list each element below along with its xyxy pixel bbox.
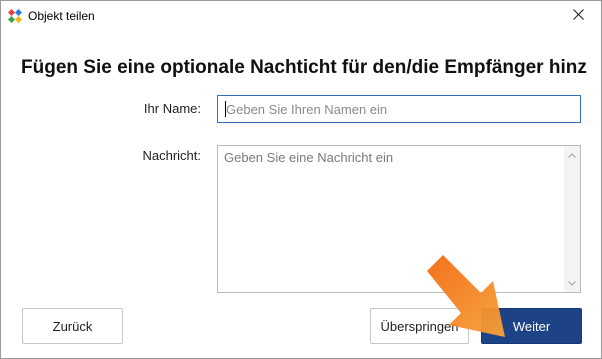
message-input[interactable] [218, 146, 564, 292]
name-input[interactable] [217, 95, 581, 123]
app-logo-icon [7, 8, 23, 24]
back-button[interactable]: Zurück [22, 308, 123, 344]
close-button[interactable] [555, 1, 601, 31]
message-label: Nachricht: [142, 148, 201, 163]
name-label: Ihr Name: [143, 101, 201, 116]
chevron-up-icon[interactable] [564, 148, 580, 162]
share-object-dialog: Objekt teilen Fügen Sie eine optionale N… [0, 0, 602, 359]
skip-button[interactable]: Überspringen [370, 308, 469, 344]
chevron-down-icon[interactable] [564, 276, 580, 290]
next-button[interactable]: Weiter [481, 308, 582, 344]
message-scrollbar[interactable] [564, 146, 580, 292]
title-bar: Objekt teilen [1, 1, 601, 31]
text-caret [225, 101, 226, 117]
close-icon [572, 7, 584, 25]
window-title: Objekt teilen [28, 9, 95, 23]
dialog-heading: Fügen Sie eine optionale Nachticht für d… [21, 57, 587, 78]
message-field-container [217, 145, 581, 293]
